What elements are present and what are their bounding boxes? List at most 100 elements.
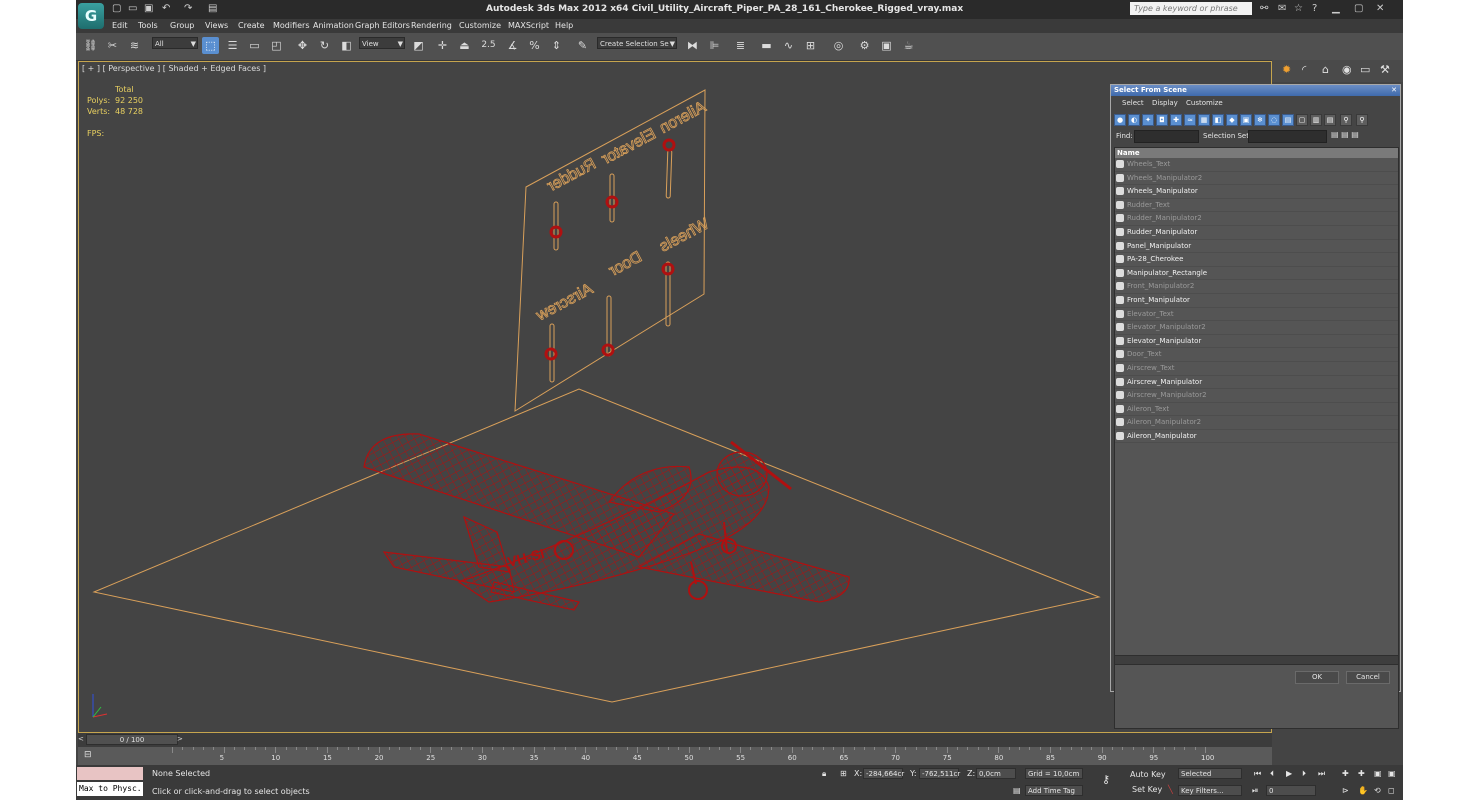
spinner-snap-icon[interactable]: ⇕ bbox=[548, 37, 565, 54]
select-manipulate-icon[interactable]: ✛ bbox=[434, 37, 451, 54]
list-item[interactable]: Airscrew_Manipulator2 bbox=[1115, 389, 1398, 403]
display-lights-icon[interactable]: ✦ bbox=[1142, 114, 1154, 126]
favorites-icon[interactable]: ☆ bbox=[1294, 3, 1303, 14]
pivot-center-icon[interactable]: ◩ bbox=[410, 37, 427, 54]
slider-next-icon[interactable]: > bbox=[177, 735, 183, 743]
next-frame-icon[interactable]: ⏵ bbox=[1302, 769, 1306, 779]
edit-named-selection-icon[interactable]: ✎ bbox=[574, 37, 591, 54]
app-logo[interactable]: G bbox=[78, 3, 104, 29]
y-coordinate-field[interactable]: -762,511cr bbox=[919, 768, 960, 779]
list-item[interactable]: Elevator_Manipulator2 bbox=[1115, 321, 1398, 335]
display-bones-icon[interactable]: ◆ bbox=[1226, 114, 1238, 126]
zoom-all-icon[interactable]: ✚ bbox=[1358, 769, 1365, 778]
select-object-icon[interactable]: ⬚ bbox=[202, 37, 219, 54]
key-mode-toggle-icon[interactable]: ⏯ bbox=[1252, 786, 1258, 796]
display-tab-icon[interactable]: ▭ bbox=[1360, 63, 1370, 76]
unlink-icon[interactable]: ✂ bbox=[104, 37, 121, 54]
selection-filter-dropdown[interactable]: All ▼ bbox=[152, 37, 198, 49]
selection-set-icons[interactable]: ▤ ▤ ▤ bbox=[1331, 130, 1359, 139]
display-subtree-icon[interactable]: ▤ bbox=[1324, 114, 1336, 126]
orbit-icon[interactable]: ⟲ bbox=[1374, 786, 1381, 795]
keyboard-shortcut-toggle-icon[interactable]: ⏏ bbox=[456, 37, 473, 54]
angle-snap-icon[interactable]: ∡ bbox=[504, 37, 521, 54]
filter-options-icon[interactable]: ⚲ bbox=[1356, 114, 1368, 126]
named-selection-dropdown[interactable]: Create Selection Se ▼ bbox=[597, 37, 677, 49]
pa-28-cherokee-model[interactable] bbox=[363, 433, 850, 611]
previous-frame-icon[interactable]: ⏴ bbox=[1270, 769, 1274, 779]
snap-toggle-icon[interactable]: 2.5 bbox=[480, 37, 497, 54]
rendered-frame-window-icon[interactable]: ▣ bbox=[878, 37, 895, 54]
maxscript-mini-listener[interactable]: Max to Physc. bbox=[77, 782, 143, 796]
link-icon[interactable]: ⛓ bbox=[82, 37, 99, 54]
key-filters-button[interactable]: Key Filters... bbox=[1178, 785, 1242, 796]
zoom-extents-icon[interactable]: ▣ bbox=[1374, 769, 1382, 778]
list-item[interactable]: Front_Manipulator bbox=[1115, 294, 1398, 308]
list-item[interactable]: Wheels_Manipulator2 bbox=[1115, 172, 1398, 186]
list-item[interactable]: Aileron_Manipulator2 bbox=[1115, 416, 1398, 430]
dialog-menu-customize[interactable]: Customize bbox=[1186, 99, 1223, 107]
material-editor-icon[interactable]: ◎ bbox=[830, 37, 847, 54]
mirror-icon[interactable]: ⧓ bbox=[684, 37, 701, 54]
rotate-icon[interactable]: ↻ bbox=[316, 37, 333, 54]
menu-animation[interactable]: Animation bbox=[313, 21, 354, 30]
display-containers-icon[interactable]: ▣ bbox=[1240, 114, 1252, 126]
list-item[interactable]: Wheels_Manipulator bbox=[1115, 185, 1398, 199]
set-key-icon[interactable]: ╲ bbox=[1168, 785, 1173, 794]
percent-snap-icon[interactable]: % bbox=[526, 37, 543, 54]
list-item[interactable]: Aileron_Text bbox=[1115, 403, 1398, 417]
display-invert-icon[interactable]: ▥ bbox=[1310, 114, 1322, 126]
list-item[interactable]: Elevator_Text bbox=[1115, 308, 1398, 322]
list-item[interactable]: Rudder_Manipulator bbox=[1115, 226, 1398, 240]
scene-object-list[interactable]: Name Wheels_Text Wheels_Manipulator2 Wheel… bbox=[1114, 147, 1399, 729]
lock-selection-icon[interactable]: 🔒︎ bbox=[822, 769, 826, 779]
set-key-button[interactable]: Set Key bbox=[1132, 785, 1162, 794]
utilities-tab-icon[interactable]: ⚒ bbox=[1380, 63, 1390, 76]
redo-icon[interactable]: ↷ bbox=[184, 3, 192, 14]
time-slider[interactable]: 0 / 100 bbox=[86, 734, 178, 745]
maxscript-listener-output[interactable] bbox=[77, 767, 143, 780]
display-xrefs-icon[interactable]: ◧ bbox=[1212, 114, 1224, 126]
menu-rendering[interactable]: Rendering bbox=[411, 21, 452, 30]
display-spacewarps-icon[interactable]: ≈ bbox=[1184, 114, 1196, 126]
dialog-menu-select[interactable]: Select bbox=[1122, 99, 1144, 107]
help-icon[interactable]: ? bbox=[1312, 3, 1317, 14]
close-icon[interactable]: ✕ bbox=[1376, 3, 1384, 14]
list-item[interactable]: Rudder_Manipulator2 bbox=[1115, 212, 1398, 226]
key-mode-dropdown[interactable]: Selected bbox=[1178, 768, 1242, 779]
z-coordinate-field[interactable]: 0,0cm bbox=[976, 768, 1016, 779]
window-crossing-icon[interactable]: ◰ bbox=[268, 37, 285, 54]
bind-spacewarp-icon[interactable]: ≋ bbox=[126, 37, 143, 54]
layer-manager-icon[interactable]: ≣ bbox=[732, 37, 749, 54]
display-geometry-icon[interactable]: ● bbox=[1114, 114, 1126, 126]
list-item[interactable]: Rudder_Text bbox=[1115, 199, 1398, 213]
horizontal-scrollbar[interactable] bbox=[1114, 655, 1399, 665]
display-all-icon[interactable]: ▤ bbox=[1282, 114, 1294, 126]
list-item[interactable]: Airscrew_Manipulator bbox=[1115, 376, 1398, 390]
menu-modifiers[interactable]: Modifiers bbox=[273, 21, 310, 30]
list-item[interactable]: Airscrew_Text bbox=[1115, 362, 1398, 376]
track-bar[interactable]: ⊟ 5 10 15 20 25 30 35 40 45 50 55 60 65 70 75 80 85 90 95 1… bbox=[78, 747, 1272, 765]
find-input[interactable] bbox=[1134, 130, 1199, 143]
create-tab-icon[interactable]: ✹ bbox=[1282, 63, 1291, 76]
go-to-end-icon[interactable]: ⏭ bbox=[1318, 769, 1325, 779]
list-item[interactable]: PA-28_Cherokee bbox=[1115, 253, 1398, 267]
list-item[interactable]: Panel_Manipulator bbox=[1115, 240, 1398, 254]
field-of-view-icon[interactable]: ⊳ bbox=[1342, 786, 1349, 795]
rectangle-selection-icon[interactable]: ▭ bbox=[246, 37, 263, 54]
undo-icon[interactable]: ↶ bbox=[162, 3, 170, 14]
dialog-menu-display[interactable]: Display bbox=[1152, 99, 1178, 107]
save-icon[interactable]: ▣ bbox=[144, 3, 153, 14]
menu-views[interactable]: Views bbox=[205, 21, 228, 30]
display-none-icon[interactable]: ▢ bbox=[1296, 114, 1308, 126]
menu-tools[interactable]: Tools bbox=[138, 21, 158, 30]
maximize-icon[interactable]: ▢ bbox=[1354, 3, 1363, 14]
dialog-close-icon[interactable]: ✕ bbox=[1391, 85, 1397, 96]
pan-icon[interactable]: ✋ bbox=[1358, 786, 1368, 795]
ribbon-toggle-icon[interactable]: ▬ bbox=[758, 37, 775, 54]
maximize-viewport-icon[interactable]: ◻ bbox=[1388, 786, 1395, 795]
filter-icon[interactable]: ⚲ bbox=[1340, 114, 1352, 126]
list-item[interactable]: Front_Manipulator2 bbox=[1115, 280, 1398, 294]
schematic-view-icon[interactable]: ⊞ bbox=[802, 37, 819, 54]
menu-group[interactable]: Group bbox=[170, 21, 194, 30]
motion-tab-icon[interactable]: ◉ bbox=[1342, 63, 1352, 76]
